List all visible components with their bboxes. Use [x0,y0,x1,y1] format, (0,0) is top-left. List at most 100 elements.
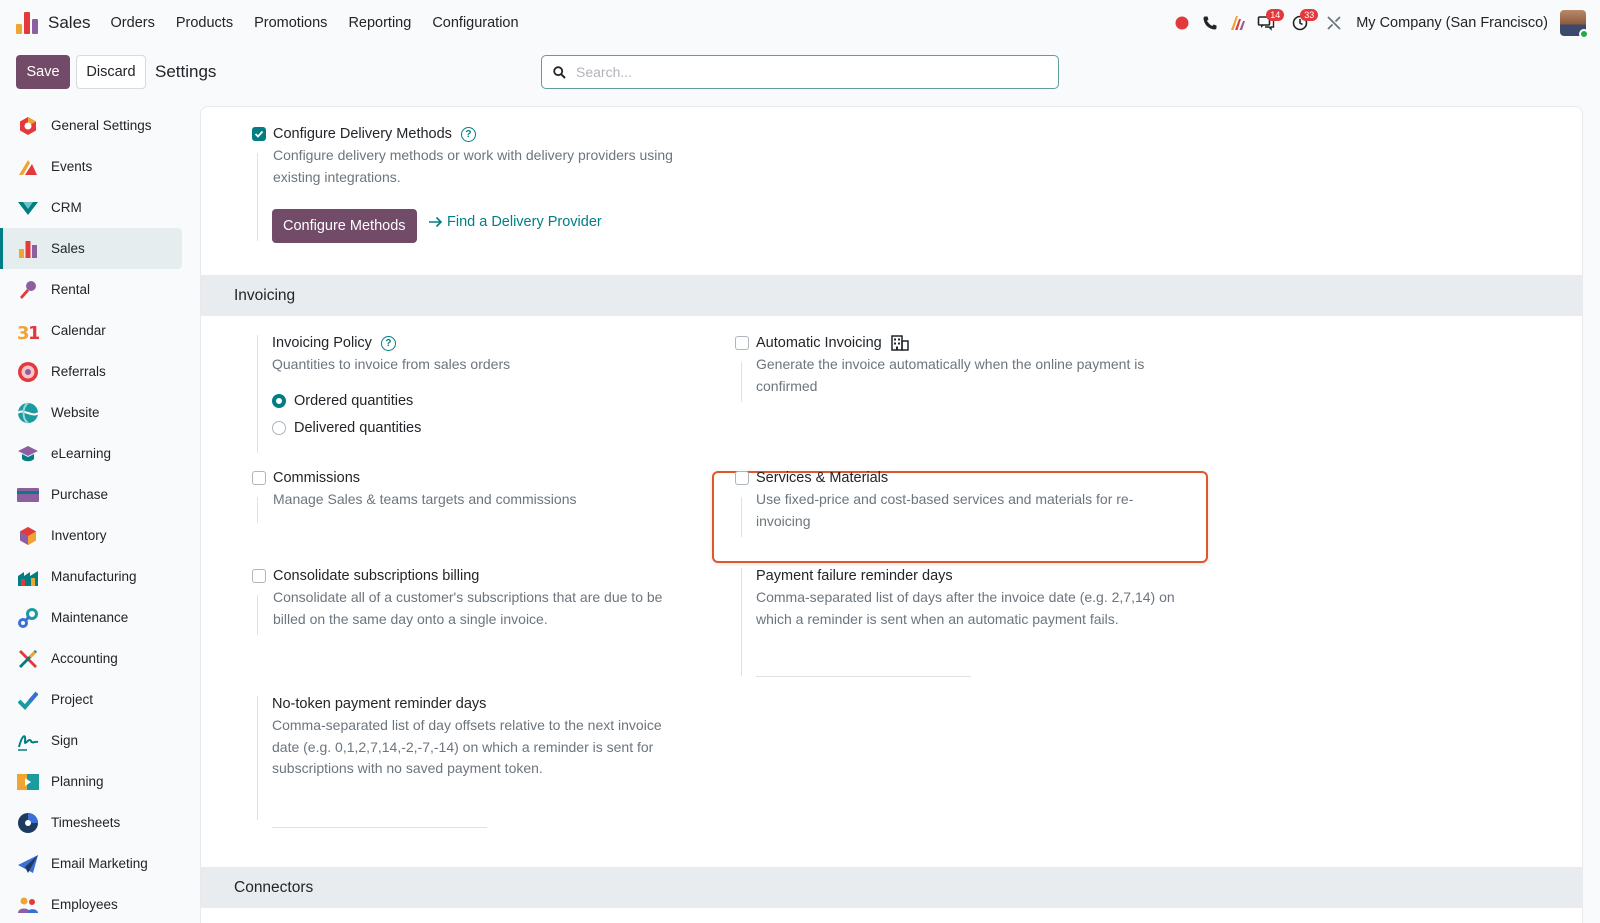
desc-line: existing integrations. [273,168,401,185]
company-switcher[interactable]: My Company (San Francisco) [1356,15,1548,31]
sidebar-item-calendar[interactable]: 31 Calendar [0,310,182,351]
sidebar-item-general-settings[interactable]: General Settings [0,105,182,146]
general-settings-icon [17,115,39,137]
invoicing-policy-radio-group: Ordered quantities Delivered quantities [272,388,510,442]
sidebar-item-referrals[interactable]: Referrals [0,351,182,392]
setting-divider [257,696,258,820]
desc-line: Consolidate all of a customer's subscrip… [273,589,663,605]
sidebar-item-website[interactable]: Website [0,392,182,433]
discard-button[interactable]: Discard [76,55,146,89]
desc-line: Comma-separated list of days after the i… [756,589,1175,605]
find-delivery-provider-link[interactable]: Find a Delivery Provider [428,214,602,230]
phone-icon[interactable] [1196,9,1224,37]
delivery-methods-checkbox[interactable] [252,127,266,141]
commissions-checkbox[interactable] [252,471,266,485]
no-token-days-input[interactable] [272,827,487,828]
save-button[interactable]: Save [16,55,70,89]
tools-icon[interactable] [1320,9,1348,37]
services-materials-checkbox[interactable] [735,471,749,485]
section-header-invoicing: Invoicing [201,275,1582,316]
menu-promotions[interactable]: Promotions [254,15,327,31]
help-icon[interactable]: ? [460,126,476,142]
setting-description: Use fixed-price and cost-based services … [756,489,1133,532]
sidebar-item-purchase[interactable]: Purchase [0,474,182,515]
desc-line: Use fixed-price and cost-based services … [756,491,1134,507]
record-icon[interactable] [1168,9,1196,37]
setting-automatic-invoicing: Automatic Invoicing Generate the invoice… [735,335,1144,397]
sidebar-item-elearning[interactable]: eLearning [0,433,182,474]
calendar-icon: 31 [17,320,39,342]
rental-icon [17,279,39,301]
setting-title: Consolidate subscriptions billing [273,568,480,584]
sidebar-item-crm[interactable]: CRM [0,187,182,228]
sales-icon [17,238,39,260]
sidebar-item-sales[interactable]: Sales [0,228,182,269]
sidebar-item-maintenance[interactable]: Maintenance [0,597,182,638]
desc-line: confirmed [756,377,818,394]
setting-title: Automatic Invoicing [756,335,882,351]
sidebar-item-employees[interactable]: Employees [0,884,182,923]
payment-failure-days-input[interactable] [756,676,971,677]
search-bar[interactable] [541,55,1059,89]
menu-configuration[interactable]: Configuration [432,15,518,31]
events-icon [17,156,39,178]
search-input[interactable] [576,64,1036,80]
online-status-dot [1579,29,1589,39]
radio-button[interactable] [272,421,286,435]
sidebar-item-email-marketing[interactable]: Email Marketing [0,843,182,884]
sidebar-item-timesheets[interactable]: Timesheets [0,802,182,843]
setting-description: Comma-separated list of days after the i… [756,587,1175,630]
radio-delivered-quantities[interactable]: Delivered quantities [272,415,510,442]
user-avatar[interactable] [1560,10,1589,39]
messages-badge: 14 [1266,9,1285,21]
inventory-icon [17,525,39,547]
arrow-right-icon [429,216,443,228]
setting-delivery-methods: Configure Delivery Methods ? Configure d… [252,126,673,188]
desc-line: date (e.g. 0,1,2,7,14,-2,-7,-14) on whic… [272,738,654,755]
settings-sidebar: General Settings Events CRM Sales Rental… [0,105,196,923]
radio-label: Delivered quantities [294,420,422,436]
ai-icon[interactable] [1224,9,1252,37]
help-icon[interactable]: ? [380,335,396,351]
sidebar-item-manufacturing[interactable]: Manufacturing [0,556,182,597]
radio-ordered-quantities[interactable]: Ordered quantities [272,388,510,415]
setting-description: Configure delivery methods or work with … [273,145,673,188]
setting-title: Invoicing Policy [272,335,372,351]
automatic-invoicing-checkbox[interactable] [735,336,749,350]
menu-orders[interactable]: Orders [111,15,155,31]
sidebar-item-rental[interactable]: Rental [0,269,182,310]
setting-description: Comma-separated list of day offsets rela… [272,715,662,780]
check-icon [254,130,264,138]
referrals-icon [17,361,39,383]
radio-button[interactable] [272,394,286,408]
desc-line: which a reminder is sent when an automat… [756,610,1119,627]
app-brand[interactable]: Sales [16,12,111,34]
sidebar-item-sign[interactable]: Sign [0,720,182,761]
activities-clock-icon[interactable]: 33 [1286,9,1319,37]
setting-commissions: Commissions Manage Sales & teams targets… [252,470,576,511]
setting-divider [257,335,258,453]
sidebar-item-accounting[interactable]: Accounting [0,638,182,679]
configure-methods-button[interactable]: Configure Methods [272,209,417,243]
messages-icon[interactable]: 14 [1252,9,1285,37]
planning-icon [17,771,39,793]
desc-line: Comma-separated list of day offsets rela… [272,717,662,733]
desc-line: invoicing [756,512,811,529]
accounting-icon [17,648,39,670]
sales-app-icon [16,12,38,34]
sidebar-item-inventory[interactable]: Inventory [0,515,182,556]
menu-products[interactable]: Products [176,15,233,31]
consolidate-billing-checkbox[interactable] [252,569,266,583]
setting-title: Commissions [273,470,361,486]
setting-payment-failure-days: Payment failure reminder days Comma-sepa… [756,568,1175,630]
sidebar-item-project[interactable]: Project [0,679,182,720]
sidebar-item-events[interactable]: Events [0,146,182,187]
manufacturing-icon [17,566,39,588]
menu-reporting[interactable]: Reporting [348,15,411,31]
setting-description: Manage Sales & teams targets and commiss… [273,491,577,507]
sidebar-item-planning[interactable]: Planning [0,761,182,802]
website-icon [17,401,39,424]
settings-content: Configure Delivery Methods ? Configure d… [200,106,1583,923]
setting-title: Configure Delivery Methods [273,126,452,142]
setting-consolidate-billing: Consolidate subscriptions billing Consol… [252,568,662,630]
